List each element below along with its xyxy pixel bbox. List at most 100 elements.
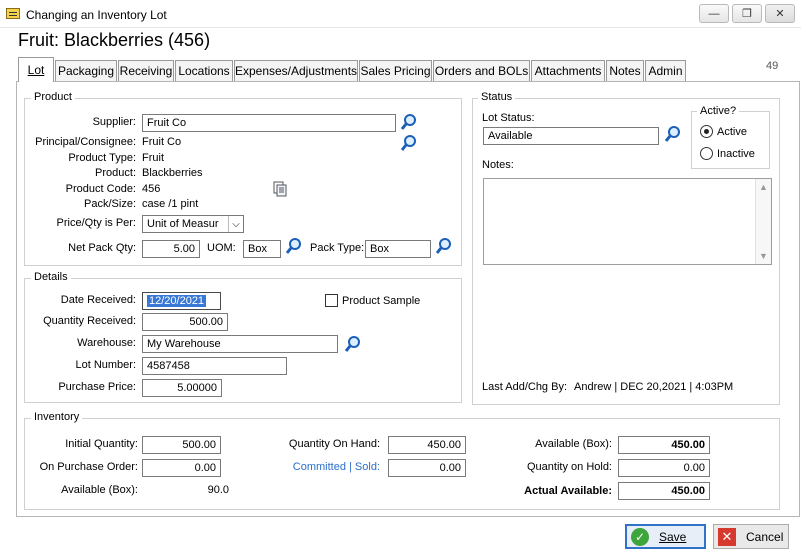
- date-received-input[interactable]: 12/20/2021: [142, 292, 221, 310]
- tab-admin[interactable]: Admin: [645, 60, 686, 81]
- tab-label: Receiving: [119, 64, 173, 78]
- pack-type-input[interactable]: Box: [365, 240, 431, 258]
- tab-label: Attachments: [534, 64, 602, 78]
- warehouse-label: Warehouse:: [77, 337, 136, 349]
- last-change-label: Last Add/Chg By:: [482, 381, 567, 393]
- notes-label: Notes:: [482, 159, 514, 171]
- close-button[interactable]: ✕: [765, 4, 795, 23]
- tab-sales-pricing[interactable]: Sales Pricing: [359, 60, 432, 81]
- product-sample-checkbox[interactable]: [325, 294, 338, 307]
- lot-number-label: Lot Number:: [75, 359, 136, 371]
- tab-receiving[interactable]: Receiving: [118, 60, 174, 81]
- qty-on-hand-input[interactable]: 450.00: [388, 436, 466, 454]
- lot-status-input[interactable]: Available: [483, 127, 659, 145]
- on-po-input[interactable]: 0.00: [142, 459, 221, 477]
- minimize-button[interactable]: —: [699, 4, 729, 23]
- tab-packaging[interactable]: Packaging: [55, 60, 117, 81]
- active-group-label: Active?: [697, 105, 740, 117]
- notes-scrollbar[interactable]: ▲ ▼: [755, 179, 771, 264]
- window-title: Changing an Inventory Lot: [26, 8, 167, 22]
- available-box-label: Available (Box):: [535, 438, 612, 450]
- checkmark-icon: ✓: [631, 527, 649, 546]
- last-change-value: Andrew | DEC 20,2021 | 4:03PM: [574, 381, 734, 393]
- app-icon: [6, 8, 20, 19]
- details-group-label: Details: [31, 271, 71, 283]
- active-radio[interactable]: [700, 125, 713, 138]
- tab-notes[interactable]: Notes: [606, 60, 644, 81]
- tab-attachments[interactable]: Attachments: [531, 60, 605, 81]
- maximize-button[interactable]: ❐: [732, 4, 762, 23]
- available-box-input[interactable]: 450.00: [618, 436, 710, 454]
- uom-input[interactable]: Box: [243, 240, 281, 258]
- qty-received-input[interactable]: 500.00: [142, 313, 228, 331]
- product-sample-label: Product Sample: [342, 295, 421, 307]
- inactive-radio[interactable]: [700, 147, 713, 160]
- committed-sold-link[interactable]: Committed | Sold:: [250, 461, 380, 473]
- tab-expenses[interactable]: Expenses/Adjustments: [234, 60, 358, 81]
- warehouse-search-icon[interactable]: [344, 335, 362, 353]
- lot-number-input[interactable]: 4587458: [142, 357, 287, 375]
- purchase-price-input[interactable]: 5.00000: [142, 379, 222, 397]
- date-received-label: Date Received:: [60, 294, 136, 306]
- initial-qty-label: Initial Quantity:: [65, 438, 138, 450]
- available-box-left-value: 90.0: [207, 484, 229, 496]
- supplier-label: Supplier:: [92, 116, 136, 128]
- supplier-input[interactable]: Fruit Co: [142, 114, 396, 132]
- product-value: Blackberries: [142, 167, 203, 179]
- tab-label: Lot: [27, 63, 45, 77]
- tab-label: Locations: [178, 64, 230, 78]
- page-title: Fruit: Blackberries (456): [18, 30, 211, 50]
- status-group-label: Status: [478, 91, 516, 103]
- tab-locations[interactable]: Locations: [175, 60, 233, 81]
- pack-size-value: case /1 pint: [142, 198, 199, 210]
- pack-type-search-icon[interactable]: [435, 237, 453, 255]
- net-pack-qty-input[interactable]: 5.00: [142, 240, 200, 258]
- chevron-down-icon[interactable]: ⌵: [228, 216, 243, 232]
- active-group: [691, 111, 770, 169]
- lot-status-label: Lot Status:: [482, 112, 535, 124]
- uom-label: UOM:: [207, 242, 236, 254]
- cancel-x-icon: ✕: [718, 527, 736, 546]
- save-button[interactable]: ✓ Save: [625, 524, 706, 549]
- purchase-price-label: Purchase Price:: [58, 381, 136, 393]
- principal-search-icon[interactable]: [400, 134, 418, 152]
- inventory-group-label: Inventory: [31, 411, 83, 423]
- title-bar: Changing an Inventory Lot — ❐ ✕: [0, 0, 801, 28]
- tab-label: Admin: [648, 64, 683, 78]
- product-type-label: Product Type:: [68, 152, 136, 164]
- product-code-label: Product Code:: [65, 183, 136, 195]
- tab-lot[interactable]: Lot: [18, 57, 54, 82]
- product-group-label: Product: [31, 91, 75, 103]
- actual-available-label: Actual Available:: [524, 485, 612, 497]
- date-received-value: 12/20/2021: [147, 295, 207, 307]
- qty-on-hand-label: Quantity On Hand:: [288, 438, 380, 450]
- lot-status-search-icon[interactable]: [664, 125, 682, 143]
- supplier-search-icon[interactable]: [400, 113, 418, 131]
- record-number: 49: [766, 60, 779, 72]
- uom-search-icon[interactable]: [285, 237, 303, 255]
- qty-received-label: Quantity Received:: [43, 315, 136, 327]
- warehouse-input[interactable]: My Warehouse: [142, 335, 338, 353]
- notes-textarea[interactable]: ▲ ▼: [483, 178, 772, 265]
- product-label: Product:: [95, 167, 136, 179]
- save-label: Save: [659, 529, 687, 544]
- product-type-value: Fruit: [142, 152, 164, 164]
- tab-orders-bols[interactable]: Orders and BOLs: [433, 60, 530, 81]
- qty-on-hold-label: Quantity on Hold:: [527, 461, 612, 473]
- cancel-label: Cancel: [746, 529, 784, 544]
- cancel-button[interactable]: ✕ Cancel: [713, 524, 789, 549]
- scroll-up-icon[interactable]: ▲: [759, 182, 768, 192]
- available-box-left-label: Available (Box):: [61, 484, 138, 496]
- tab-label: Sales Pricing: [360, 64, 431, 78]
- copy-icon[interactable]: [272, 181, 288, 197]
- qty-on-hold-input[interactable]: 0.00: [618, 459, 710, 477]
- actual-available-input[interactable]: 450.00: [618, 482, 710, 500]
- principal-value: Fruit Co: [142, 136, 182, 148]
- committed-input[interactable]: 0.00: [388, 459, 466, 477]
- pack-type-label: Pack Type:: [310, 242, 365, 254]
- initial-qty-input[interactable]: 500.00: [142, 436, 221, 454]
- pack-size-label: Pack/Size:: [84, 198, 136, 210]
- scroll-down-icon[interactable]: ▼: [759, 251, 768, 261]
- tab-label: Notes: [609, 64, 641, 78]
- principal-label: Principal/Consignee:: [35, 136, 136, 148]
